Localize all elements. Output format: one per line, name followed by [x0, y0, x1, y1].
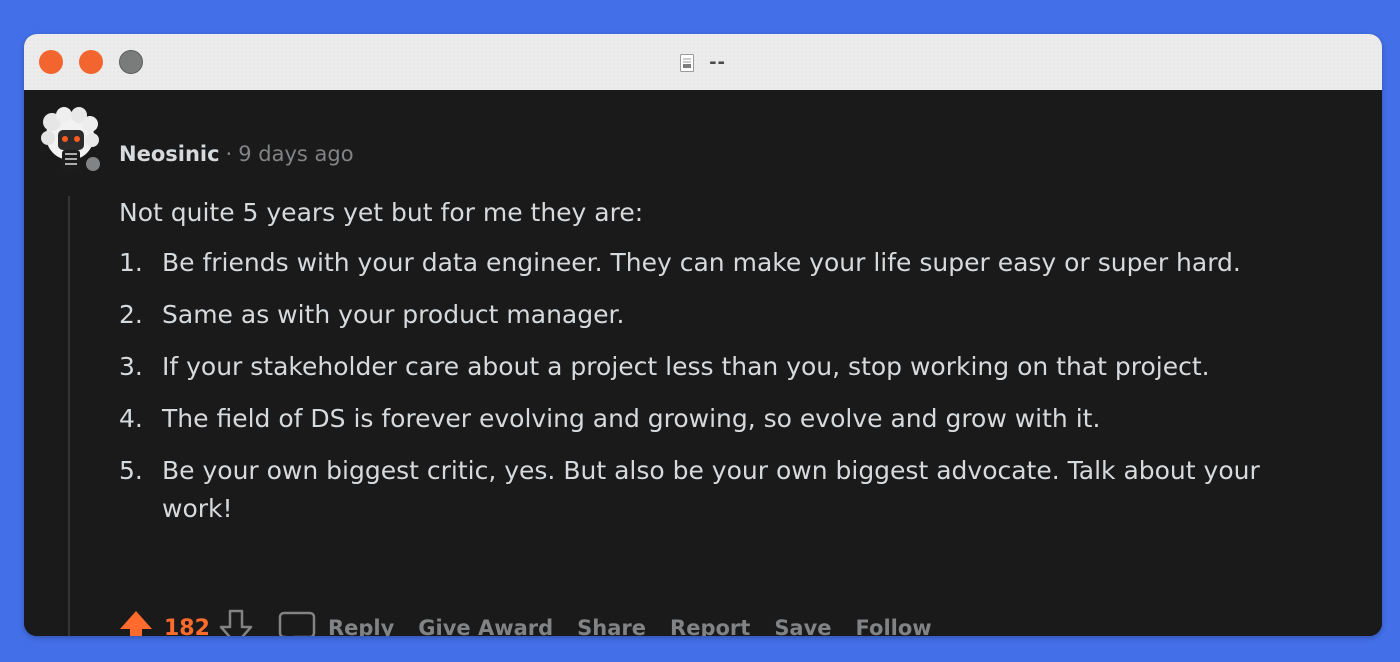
- thread-line[interactable]: [68, 196, 70, 636]
- browser-window: -- Neosinic · 9 days ago Not quite 5 yea…: [24, 34, 1382, 636]
- downvote-arrow-icon: [219, 609, 253, 636]
- comment-list: 1. Be friends with your data engineer. T…: [119, 244, 1319, 528]
- follow-button[interactable]: Follow: [856, 616, 932, 636]
- list-item-number: 2.: [119, 300, 143, 329]
- list-item-number: 3.: [119, 352, 143, 381]
- author-name[interactable]: Neosinic: [119, 142, 220, 166]
- window-title: --: [709, 52, 727, 73]
- upvote-arrow-icon: [120, 611, 152, 636]
- list-item: 3. If your stakeholder care about a proj…: [119, 348, 1319, 386]
- title-bar: --: [24, 34, 1382, 90]
- list-item-text: Same as with your product manager.: [162, 300, 625, 329]
- list-item: 2. Same as with your product manager.: [119, 296, 1319, 334]
- downvote-button[interactable]: [216, 608, 256, 636]
- list-item-text: The field of DS is forever evolving and …: [162, 404, 1101, 433]
- reply-label: Reply: [327, 616, 395, 636]
- comment-meta: Neosinic · 9 days ago: [119, 141, 354, 167]
- list-item-text: If your stakeholder care about a project…: [162, 352, 1210, 381]
- upvote-button[interactable]: [116, 608, 156, 636]
- user-avatar[interactable]: [38, 106, 104, 178]
- report-button[interactable]: Report: [670, 616, 750, 636]
- list-item: 5. Be your own biggest critic, yes. But …: [119, 452, 1319, 528]
- comment-action-bar: 182 Reply Give Award Share Report Save F…: [116, 606, 932, 636]
- reply-button[interactable]: Reply: [278, 609, 394, 636]
- list-item: 4. The field of DS is forever evolving a…: [119, 400, 1319, 438]
- comment-timestamp[interactable]: 9 days ago: [238, 142, 353, 166]
- list-item: 1. Be friends with your data engineer. T…: [119, 244, 1319, 282]
- list-item-number: 4.: [119, 404, 143, 433]
- vote-score: 182: [164, 615, 210, 637]
- list-item-number: 1.: [119, 248, 143, 277]
- give-award-button[interactable]: Give Award: [418, 616, 553, 636]
- list-item-text: Be friends with your data engineer. They…: [162, 248, 1241, 277]
- list-item-number: 5.: [119, 456, 143, 485]
- comment-container: Neosinic · 9 days ago Not quite 5 years ye…: [24, 90, 1382, 636]
- comment-body: Not quite 5 years yet but for me they ar…: [119, 194, 1319, 542]
- window-title-group: --: [24, 52, 1382, 74]
- share-button[interactable]: Share: [577, 616, 646, 636]
- document-icon: [679, 53, 694, 72]
- comment-intro: Not quite 5 years yet but for me they ar…: [119, 198, 644, 227]
- meta-separator: ·: [225, 142, 233, 166]
- list-item-text: Be your own biggest critic, yes. But als…: [162, 456, 1260, 523]
- save-button[interactable]: Save: [774, 616, 831, 636]
- speech-bubble-icon: [278, 611, 316, 636]
